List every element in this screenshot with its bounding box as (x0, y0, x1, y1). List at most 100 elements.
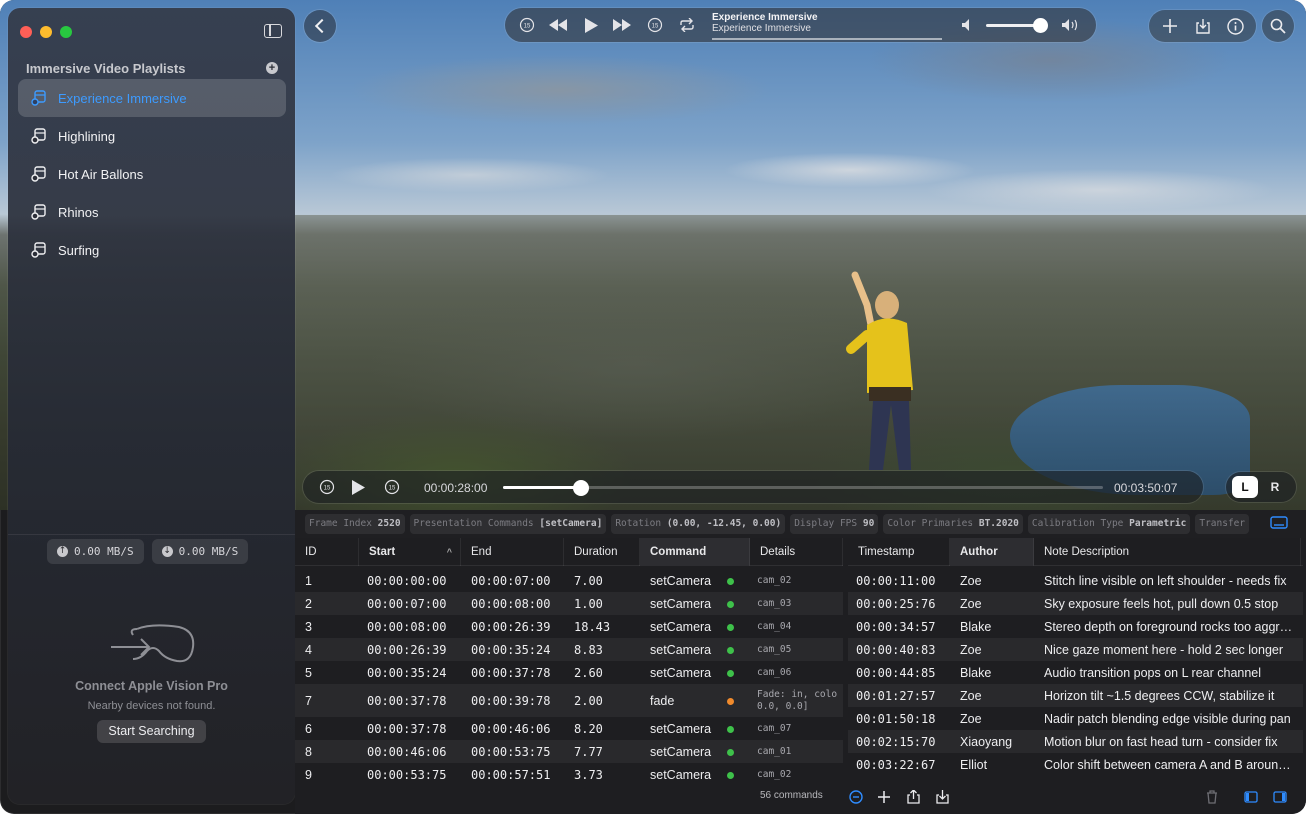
playlist-icon (30, 203, 48, 221)
table-row[interactable]: 00:00:11:00 Zoe Stitch line visible on l… (848, 569, 1303, 592)
status-dot (727, 600, 734, 608)
toolbar-actions (1149, 10, 1256, 42)
upload-speed-value: 0.00 MB/S (74, 545, 134, 558)
download-speed: ↓ 0.00 MB/S (151, 539, 249, 564)
metadata-chips: Frame Index 2520 Presentation Commands [… (305, 514, 1250, 534)
metadata-chip: Color Primaries BT.2020 (883, 514, 1023, 534)
playlist-icon (30, 241, 48, 259)
commands-table-header: ID Start ^ End Duration Command Details (295, 538, 843, 566)
upload-arrow-icon: ↑ (57, 546, 68, 557)
left-eye-button[interactable]: L (1232, 476, 1258, 498)
column-header-note-description[interactable]: Note Description (1034, 538, 1301, 566)
app-window: Immersive Video Playlists + Experience I… (0, 0, 1306, 814)
table-row[interactable]: 00:01:50:18 Zoe Nadir patch blending edg… (848, 707, 1303, 730)
info-icon[interactable] (1219, 10, 1252, 42)
sidebar-icon[interactable] (264, 24, 282, 38)
status-dot (727, 577, 734, 585)
table-row[interactable]: 00:02:15:70 Xiaoyang Motion blur on fast… (848, 730, 1303, 753)
video-highliner (846, 271, 913, 470)
playlist-item-surfing[interactable]: Surfing (18, 231, 286, 269)
volume-slider-knob[interactable] (1033, 18, 1048, 33)
download-speed-value: 0.00 MB/S (178, 545, 239, 558)
metadata-chip: Calibration Type Parametric (1027, 514, 1191, 534)
eye-toggle: L R (1226, 472, 1296, 502)
status-dot (727, 623, 734, 631)
vision-pro-icon (110, 624, 194, 663)
export-icon[interactable] (904, 789, 922, 805)
now-playing-progress (712, 38, 942, 40)
playlist-list: Experience Immersive Highlining Hot Air … (18, 79, 286, 269)
connect-device-panel: Connect Apple Vision Pro Nearby devices … (8, 621, 295, 743)
left-panel-icon[interactable] (1242, 789, 1260, 805)
commands-count: 56 commands (760, 790, 823, 801)
column-header-id[interactable]: ID (295, 538, 359, 566)
add-note-icon[interactable] (875, 789, 893, 805)
table-row[interactable]: 00:01:27:57 Zoe Horizon tilt ~1.5 degree… (848, 684, 1303, 707)
minimize-window-button[interactable] (40, 26, 52, 38)
table-row[interactable]: 00:00:34:57 Blake Stereo depth on foregr… (848, 615, 1303, 638)
metadata-chip: Display FPS 90 (790, 514, 879, 534)
current-time: 00:00:28:00 (424, 481, 488, 495)
column-header-timestamp[interactable]: Timestamp (848, 538, 950, 566)
toolbar-action-group (1149, 10, 1256, 42)
display-icon[interactable] (1270, 515, 1288, 531)
sort-asc-icon: ^ (446, 547, 452, 557)
add-icon[interactable] (1153, 10, 1186, 42)
loop-icon[interactable] (676, 8, 698, 42)
table-row[interactable]: 2 00:00:07:00 00:00:08:00 1.00 setCamera… (295, 592, 843, 615)
table-row[interactable]: 5 00:00:35:24 00:00:37:78 2.60 setCamera… (295, 661, 843, 684)
table-row[interactable]: 00:00:44:85 Blake Audio transition pops … (848, 661, 1303, 684)
trash-icon[interactable] (1203, 789, 1221, 805)
table-row[interactable]: 4 00:00:26:39 00:00:35:24 8.83 setCamera… (295, 638, 843, 661)
play-icon[interactable] (350, 471, 366, 503)
right-eye-button[interactable]: R (1262, 476, 1288, 498)
fast-forward-icon[interactable] (611, 8, 633, 42)
scrubber-knob[interactable] (573, 480, 589, 496)
column-header-duration[interactable]: Duration (564, 538, 640, 566)
playlist-item-hot-air-ballons[interactable]: Hot Air Ballons (18, 155, 286, 193)
frame-metadata-strip: Frame Index 2520 Presentation Commands [… (295, 510, 1306, 538)
table-row[interactable]: 00:03:22:67 Elliot Color shift between c… (848, 753, 1303, 776)
table-row[interactable]: 8 00:00:46:06 00:00:53:75 7.77 setCamera… (295, 740, 843, 763)
skip-back-15-icon[interactable]: 15 (317, 471, 337, 503)
table-row[interactable]: 6 00:00:37:78 00:00:46:06 8.20 setCamera… (295, 717, 843, 740)
skip-forward-15-icon[interactable]: 15 (645, 8, 665, 42)
volume-high-icon[interactable] (1061, 8, 1081, 42)
search-button[interactable] (1262, 10, 1294, 42)
column-header-start[interactable]: Start ^ (359, 538, 461, 566)
status-dot (727, 697, 734, 705)
play-icon[interactable] (581, 8, 601, 42)
playhead-sync-icon[interactable] (847, 789, 865, 805)
zoom-window-button[interactable] (60, 26, 72, 38)
column-header-end[interactable]: End (461, 538, 564, 566)
playlist-item-label: Hot Air Ballons (58, 166, 144, 182)
status-dot (727, 669, 734, 677)
metadata-chip: Presentation Commands [setCamera] (409, 514, 607, 534)
column-header-details[interactable]: Details (750, 538, 843, 566)
start-searching-button[interactable]: Start Searching (97, 720, 206, 743)
import-icon[interactable] (1186, 10, 1219, 42)
close-window-button[interactable] (20, 26, 32, 38)
column-header-author[interactable]: Author (950, 538, 1034, 566)
playlist-item-highlining[interactable]: Highlining (18, 117, 286, 155)
table-row[interactable]: 9 00:00:53:75 00:00:57:51 3.73 setCamera… (295, 763, 843, 786)
scrubber-track[interactable] (503, 486, 1103, 489)
table-row[interactable]: 1 00:00:00:00 00:00:07:00 7.00 setCamera… (295, 569, 843, 592)
volume-mute-icon[interactable] (960, 8, 974, 42)
connect-title: Connect Apple Vision Pro (75, 679, 228, 693)
plus-circle-icon[interactable]: + (266, 62, 278, 74)
skip-forward-15-icon[interactable]: 15 (382, 471, 402, 503)
right-panel-icon[interactable] (1271, 789, 1289, 805)
rewind-icon[interactable] (547, 8, 569, 42)
import-note-icon[interactable] (933, 789, 951, 805)
table-row[interactable]: 00:00:25:76 Zoe Sky exposure feels hot, … (848, 592, 1303, 615)
skip-back-15-icon[interactable]: 15 (517, 8, 537, 42)
playlist-item-experience-immersive[interactable]: Experience Immersive (18, 79, 286, 117)
playlist-item-rhinos[interactable]: Rhinos (18, 193, 286, 231)
back-button[interactable] (304, 10, 336, 42)
table-row[interactable]: 7 00:00:37:78 00:00:39:78 2.00 fade Fade… (295, 684, 843, 717)
table-row[interactable]: 3 00:00:08:00 00:00:26:39 18.43 setCamer… (295, 615, 843, 638)
column-header-command[interactable]: Command (640, 538, 750, 566)
table-row[interactable]: 00:00:40:83 Zoe Nice gaze moment here - … (848, 638, 1303, 661)
playlist-item-label: Experience Immersive (58, 90, 187, 106)
